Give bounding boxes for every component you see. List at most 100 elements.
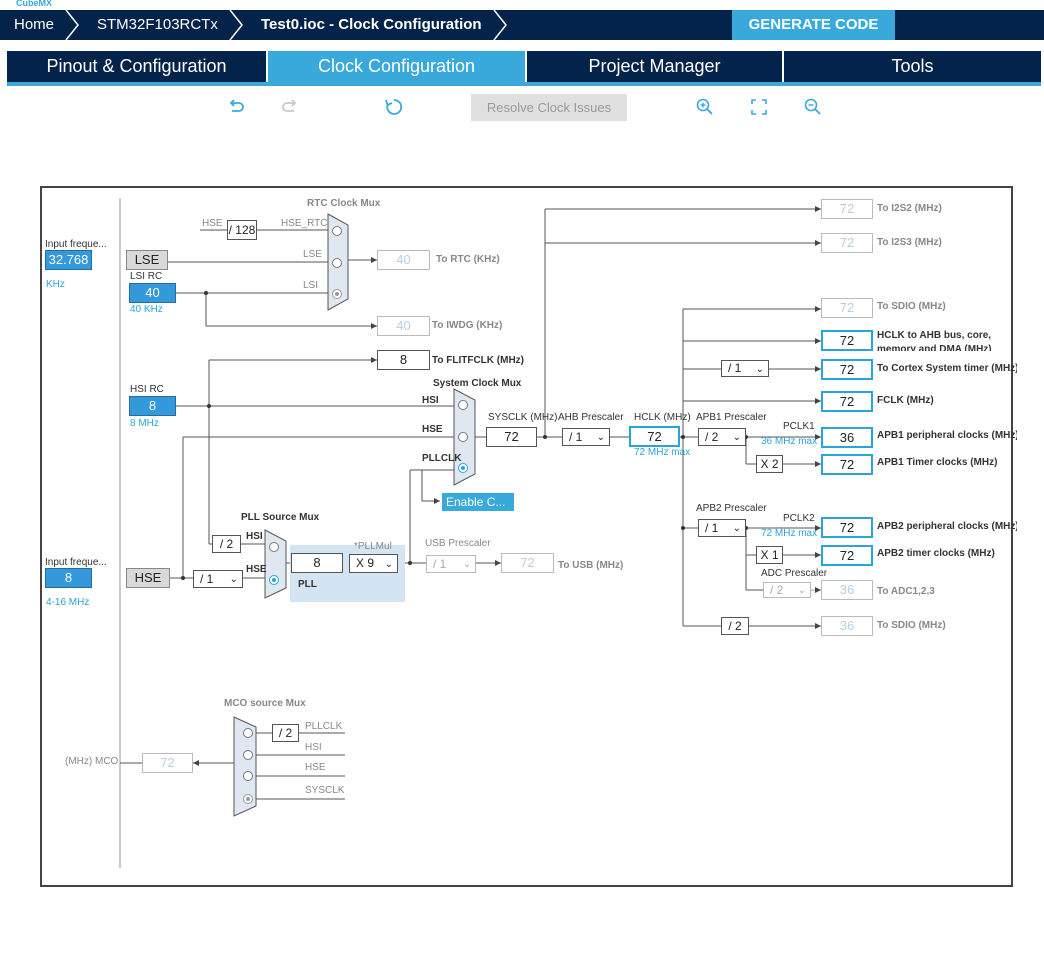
usb-prescaler-select[interactable]: / 1 ⌄ (426, 555, 476, 573)
sys-mux-radio-hsi[interactable] (458, 400, 468, 410)
flitfclk-output-label: To FLITFCLK (MHz) (432, 355, 525, 366)
adc-prescaler-select[interactable]: / 2 ⌄ (763, 582, 811, 598)
hclk-title: HCLK (MHz) (634, 412, 691, 423)
sys-mux-input-pllclk: PLLCLK (422, 453, 462, 464)
hse-input-field[interactable]: 8 (45, 568, 92, 588)
mco-input-hse: HSE (305, 762, 326, 773)
pllmul-title: *PLLMul (354, 541, 392, 552)
pll-mux-radio-hse[interactable] (269, 575, 279, 585)
apb1-prescaler-title: APB1 Prescaler (696, 412, 767, 423)
rtc-output-label: To RTC (KHz) (436, 254, 500, 265)
apb1-prescaler-select[interactable]: / 2 ⌄ (698, 428, 746, 446)
apb2-prescaler-select[interactable]: / 1 ⌄ (698, 519, 746, 537)
mco-mux-radio-sysclk[interactable] (243, 794, 253, 804)
hclk-max-note: 72 MHz max (634, 447, 691, 458)
rtc-mux-radio-lsi[interactable] (332, 289, 342, 299)
mco-mux-radio-pllclk[interactable] (243, 728, 253, 738)
usb-prescaler-value: / 1 (433, 557, 447, 571)
apb1-timer-multiplier: X 2 (756, 455, 783, 473)
chevron-down-icon: ⌄ (797, 585, 806, 596)
apb1-timer-output-label: APB1 Timer clocks (MHz) (877, 457, 998, 468)
hclk-ahb-output-label-line2: memory and DMA (MHz) (877, 344, 992, 351)
iwdg-output-label: To IWDG (KHz) (432, 320, 503, 331)
sdio-output-field: 72 (821, 298, 873, 318)
flitfclk-output-field: 8 (377, 350, 430, 370)
chevron-down-icon: ⌄ (732, 432, 741, 443)
system-clock-mux-title: System Clock Mux (433, 378, 522, 389)
hse-prediv-value: / 1 (200, 572, 214, 586)
mco-pll-divider: / 2 (272, 724, 299, 742)
mco-output-field: 72 (142, 753, 193, 773)
pll-input-field: 8 (291, 553, 343, 573)
hse-range-label: 4-16 MHz (46, 597, 90, 608)
sdio2-output-label: To SDIO (MHz) (877, 620, 946, 631)
chevron-down-icon: ⌄ (384, 559, 393, 570)
rtc-mux-radio-lse[interactable] (332, 258, 342, 268)
i2s2-output-field: 72 (821, 199, 873, 219)
usb-prescaler-title: USB Prescaler (425, 538, 491, 549)
rtc-output-field: 40 (377, 250, 430, 270)
hse-rtc-divider[interactable]: / 128 (227, 220, 257, 240)
hse-prediv-select[interactable]: / 1 ⌄ (193, 570, 243, 588)
hsi-value-field: 8 (129, 396, 176, 416)
apb1-max-note: 36 MHz max (761, 436, 818, 447)
chevron-down-icon: ⌄ (596, 432, 605, 443)
cortex-timer-prescaler-select[interactable]: / 1 ⌄ (721, 360, 769, 377)
pclk1-label: PCLK1 (783, 421, 815, 432)
pllmul-value: X 9 (356, 556, 375, 570)
sdio-output-label: To SDIO (MHz) (877, 301, 946, 312)
lse-input-field[interactable]: 32.768 (45, 250, 92, 270)
pll-source-mux-title: PLL Source Mux (241, 512, 320, 523)
i2s3-output-field: 72 (821, 233, 873, 253)
i2s2-output-label: To I2S2 (MHz) (877, 203, 942, 214)
hclk-input-field[interactable]: 72 (629, 426, 680, 447)
hse-block[interactable]: HSE (126, 568, 170, 588)
lse-block[interactable]: LSE (126, 250, 168, 270)
rtc-mux-input-lse: LSE (303, 249, 322, 260)
sdio2-output-field: 36 (821, 616, 873, 636)
enable-css-button[interactable]: Enable C... (442, 493, 514, 511)
rtc-mux-input-hse-rtc: HSE_RTC (281, 218, 328, 229)
sys-mux-radio-pllclk[interactable] (458, 463, 468, 473)
lsi-value-field: 40 (129, 283, 176, 303)
hsi-pll-divider: / 2 (212, 535, 241, 553)
mco-input-pllclk: PLLCLK (305, 721, 343, 732)
apb2-prescaler-title: APB2 Prescaler (696, 503, 767, 514)
hclk-ahb-output-label: HCLK to AHB bus, core, (877, 330, 992, 341)
sys-mux-input-hsi: HSI (422, 395, 439, 406)
pll-mux-radio-hsi[interactable] (269, 542, 279, 552)
rtc-clock-mux-title: RTC Clock Mux (307, 198, 381, 209)
lse-unit-label: KHz (46, 279, 65, 290)
hse-input-label: Input freque... (45, 557, 107, 568)
usb-output-label: To USB (MHz) (558, 560, 624, 571)
sdio-divider: / 2 (721, 617, 749, 635)
rtc-hse-input-label: HSE (202, 218, 223, 229)
pll-label: PLL (298, 579, 317, 590)
pllmul-select[interactable]: X 9 ⌄ (349, 554, 398, 573)
adc-prescaler-title: ADC Prescaler (761, 568, 828, 579)
mco-source-mux-title: MCO source Mux (224, 698, 306, 709)
lse-input-label: Input freque... (45, 239, 107, 250)
fclk-output-field: 72 (821, 391, 873, 412)
chevron-down-icon: ⌄ (732, 523, 741, 534)
apb2-peripheral-output-field: 72 (821, 517, 873, 538)
adc-output-field: 36 (821, 580, 873, 600)
rtc-mux-radio-hse[interactable] (332, 226, 342, 236)
ahb-prescaler-select[interactable]: / 1 ⌄ (562, 428, 610, 446)
mco-mux-radio-hse[interactable] (243, 771, 253, 781)
fclk-output-label: FCLK (MHz) (877, 395, 934, 406)
lsi-rc-title: LSI RC (130, 271, 163, 282)
sys-mux-radio-hse[interactable] (458, 432, 468, 442)
sys-mux-input-hse: HSE (422, 424, 443, 435)
apb2-max-note: 72 MHz max (761, 528, 818, 539)
mco-input-sysclk: SYSCLK (305, 785, 345, 796)
clock-tree-wiring (119, 198, 821, 868)
iwdg-output-field: 40 (377, 316, 430, 336)
apb2-timer-output-field: 72 (821, 545, 873, 566)
mco-input-hsi: HSI (305, 742, 322, 753)
apb1-peripheral-output-field: 36 (821, 427, 873, 448)
chevron-down-icon: ⌄ (462, 559, 471, 570)
mco-mux-radio-hsi[interactable] (243, 750, 253, 760)
ahb-prescaler-value: / 1 (569, 430, 583, 444)
pll-mux-input-hsi: HSI (246, 531, 263, 542)
